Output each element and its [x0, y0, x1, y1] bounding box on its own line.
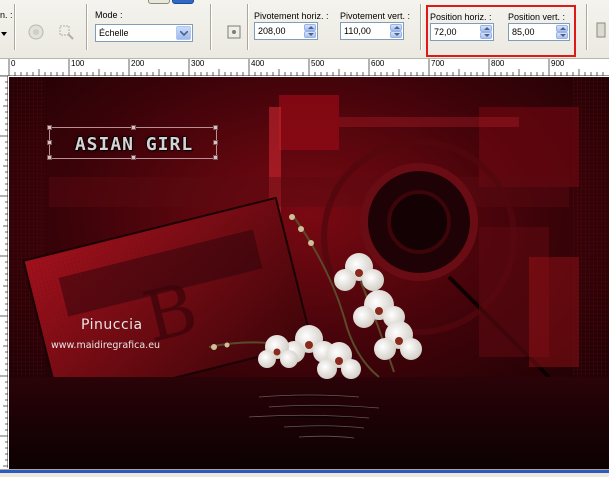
dropdown-arrow-icon[interactable]: [0, 24, 8, 44]
pivot-horiz-label: Pivotement horiz. :: [254, 11, 329, 21]
pivot-vert-spinner[interactable]: [390, 24, 402, 38]
toolbar-separator: [14, 4, 16, 50]
ruler-label: 0: [11, 59, 16, 68]
image-canvas[interactable]: B ASIAN GIRL Pinuccia www.maidiregrafica…: [9, 77, 609, 469]
reset-disabled-icon[interactable]: [26, 22, 46, 42]
ruler-label: 100: [71, 59, 85, 68]
red-highlight-annotation: [426, 5, 576, 57]
transform-disabled-icon[interactable]: [56, 22, 76, 42]
vertical-ruler-ticks: [0, 75, 8, 467]
ruler-label: 200: [131, 59, 145, 68]
red-block: [279, 95, 339, 150]
ruler-label: 800: [491, 59, 505, 68]
spin-down-icon[interactable]: [390, 31, 402, 38]
watermark-name: Pinuccia: [81, 317, 143, 333]
horizontal-ruler: 0 100 200 300 400 500 600 700 800 900: [0, 59, 609, 76]
toolbar-strip-button-active[interactable]: [172, 0, 194, 4]
pivot-vert-input[interactable]: 110,00: [340, 22, 404, 40]
gear-hub: [387, 190, 451, 254]
pivot-horiz-value: 208,00: [258, 26, 286, 36]
tool-options-toolbar: n. : Mode : Échelle Pivotement horiz. : …: [0, 0, 609, 59]
toolbar-strip-button[interactable]: [148, 0, 170, 4]
options-edge-icon[interactable]: [594, 20, 608, 40]
water-reflection: [9, 377, 609, 469]
bottom-scrollbar-edge[interactable]: [0, 469, 609, 477]
pivot-horiz-input[interactable]: 208,00: [254, 22, 318, 40]
toolbar-separator: [420, 4, 422, 50]
mode-select[interactable]: Échelle: [95, 24, 193, 42]
window-border: [0, 470, 609, 473]
vertical-ruler: [0, 75, 8, 468]
spin-up-icon[interactable]: [390, 24, 402, 31]
ruler-ticks: [8, 59, 604, 76]
ruler-label: 300: [191, 59, 205, 68]
dark-band: [49, 177, 569, 207]
pivot-point-icon[interactable]: [224, 22, 244, 42]
toolbar-separator: [586, 4, 588, 50]
pivot-vert-label: Pivotement vert. :: [340, 11, 411, 21]
pivot-horiz-spinner[interactable]: [304, 24, 316, 38]
pivot-vert-value: 110,00: [344, 26, 371, 36]
toolbar-separator: [210, 4, 212, 50]
spin-up-icon[interactable]: [304, 24, 316, 31]
ruler-label: 700: [431, 59, 445, 68]
ruler-label: 400: [251, 59, 265, 68]
ruler-label: 900: [551, 59, 565, 68]
toolbar-separator: [247, 4, 249, 50]
mode-select-value: Échelle: [99, 28, 129, 38]
ruler-label: 500: [311, 59, 325, 68]
toolbar-separator: [86, 4, 88, 50]
watermark-url: www.maidiregrafica.eu: [51, 340, 161, 351]
ruler-label: 600: [371, 59, 385, 68]
mode-label: Mode :: [95, 10, 123, 20]
red-block: [529, 257, 579, 367]
partial-option-label: n. :: [0, 10, 13, 20]
red-band: [339, 117, 519, 127]
title-art-text: ASIAN GIRL: [74, 133, 194, 155]
spin-down-icon[interactable]: [304, 31, 316, 38]
chevron-down-icon[interactable]: [176, 26, 191, 40]
